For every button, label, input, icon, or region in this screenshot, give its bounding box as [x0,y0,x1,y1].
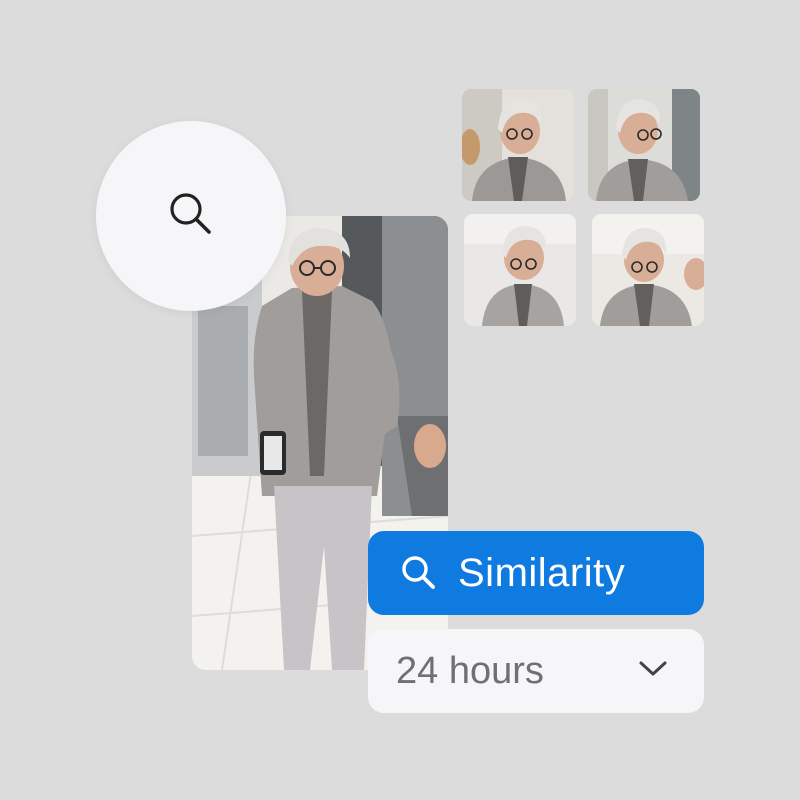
result-thumbnail[interactable] [462,89,574,201]
result-thumbnail[interactable] [464,214,576,326]
time-range-value: 24 hours [396,649,544,692]
chevron-down-icon [636,659,704,684]
search-icon [165,188,217,245]
similarity-search-button[interactable]: Similarity [368,531,704,615]
search-button[interactable] [96,121,286,311]
time-range-dropdown[interactable]: 24 hours [368,629,704,713]
result-thumbnail[interactable] [588,89,700,201]
result-thumbnail[interactable] [592,214,704,326]
similarity-label: Similarity [458,550,626,595]
search-icon [400,554,438,592]
